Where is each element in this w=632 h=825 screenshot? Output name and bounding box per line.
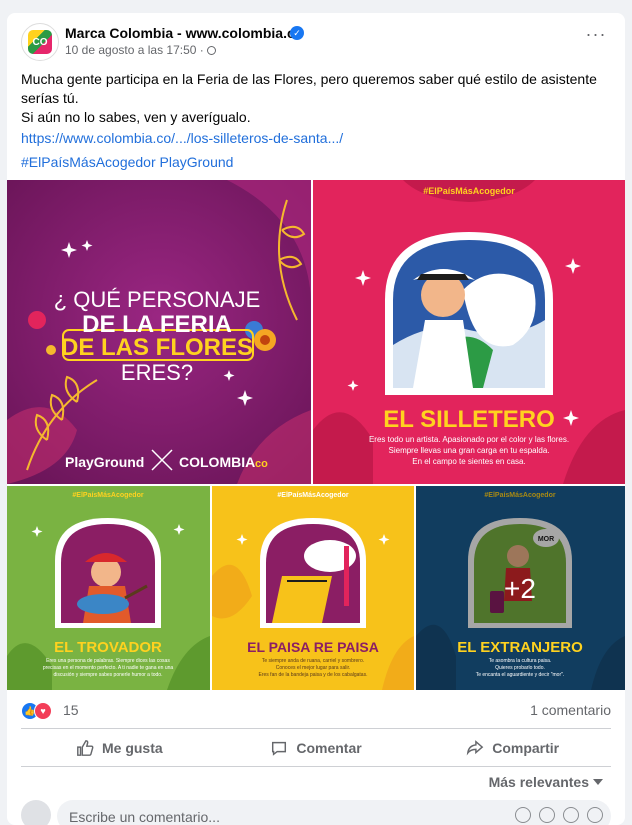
image-main[interactable]: ¿ QUÉ PERSONAJE DE LA FERIA DE LAS FLORE… bbox=[7, 180, 311, 484]
gif-icon[interactable] bbox=[563, 807, 579, 823]
comment-button[interactable]: Comentar bbox=[218, 731, 415, 765]
globe-icon bbox=[206, 46, 216, 55]
trovador-title: EL TROVADOR bbox=[54, 639, 162, 656]
comments-count[interactable]: 1 comentario bbox=[530, 702, 611, 718]
reaction-count[interactable]: 15 bbox=[63, 702, 79, 718]
silletero-hashtag: #ElPaísMásAcogedor bbox=[423, 186, 515, 196]
trovador-desc: Eres una persona de palabras. Siempre di… bbox=[46, 658, 170, 664]
like-label: Me gusta bbox=[101, 740, 163, 756]
colombia-co-mark: co bbox=[255, 458, 268, 470]
post-text-line: Si aún no lo sabes, ven y averígualo. bbox=[21, 109, 251, 125]
paisa-desc: Eres fan de la bandeja paisa y de los ca… bbox=[259, 672, 368, 678]
divider bbox=[21, 728, 611, 729]
extranjero-desc: Te asombra la cultura paisa. bbox=[489, 658, 552, 664]
marca-colombia-logo: CO bbox=[28, 30, 52, 54]
main-title-line3: DE LAS FLORES bbox=[61, 334, 253, 361]
share-icon bbox=[466, 740, 484, 756]
action-bar: Me gusta Comentar Compartir bbox=[21, 731, 611, 765]
paisa-desc: Conoces el mejor lugar para salir. bbox=[276, 665, 350, 671]
colombia-logo: COLOMBIA bbox=[179, 454, 255, 470]
user-avatar bbox=[21, 800, 51, 825]
trovador-desc: discusión y siempre sabes ponerle humor … bbox=[54, 672, 163, 678]
trovador-desc: precisas en el momento perfecto. A ti na… bbox=[43, 665, 174, 671]
silletero-title: EL SILLETERO bbox=[383, 406, 555, 433]
paisa-title: EL PAISA RE PAISA bbox=[247, 639, 379, 655]
post-text: Mucha gente participa en la Feria de las… bbox=[21, 70, 611, 127]
post-header: CO Marca Colombia - www.colombia.co ✓ 10… bbox=[7, 13, 625, 69]
reactions-bar: 👍 ♥ 15 1 comentario bbox=[21, 701, 611, 721]
page-name[interactable]: Marca Colombia - www.colombia.co bbox=[65, 25, 303, 41]
post-text-line: Mucha gente participa en la Feria de las… bbox=[21, 71, 597, 106]
post-timestamp[interactable]: 10 de agosto a las 17:50 · bbox=[65, 43, 204, 57]
extranjero-title: EL EXTRANJERO bbox=[457, 639, 583, 656]
silletero-desc: Siempre llevas una gran carga en tu espa… bbox=[389, 446, 550, 455]
like-button[interactable]: Me gusta bbox=[21, 731, 218, 765]
page-avatar[interactable]: CO bbox=[21, 23, 59, 61]
post-meta: 10 de agosto a las 17:50 · bbox=[65, 43, 216, 57]
love-reaction-icon[interactable]: ♥ bbox=[34, 702, 52, 720]
image-paisa[interactable]: #ElPaísMásAcogedor EL PAISA RE PAISA Te … bbox=[212, 486, 414, 690]
image-trovador[interactable]: #ElPaísMásAcogedor EL TROVADOR Eres una … bbox=[7, 486, 210, 690]
post-link[interactable]: https://www.colombia.co/.../los-silleter… bbox=[21, 130, 343, 146]
main-artwork: ¿ QUÉ PERSONAJE DE LA FERIA DE LAS FLORE… bbox=[7, 180, 311, 484]
trovador-hashtag: #ElPaísMásAcogedor bbox=[72, 492, 143, 499]
share-label: Compartir bbox=[492, 740, 560, 756]
silletero-desc: Eres todo un artista. Apasionado por el … bbox=[369, 435, 569, 444]
thumbs-up-icon bbox=[77, 740, 94, 756]
image-silletero[interactable]: #ElPaísMásAcogedor EL SILLETERO Eres tod… bbox=[313, 180, 625, 484]
post-hashtag[interactable]: #ElPaísMásAcogedor PlayGround bbox=[21, 154, 233, 170]
post-card: CO Marca Colombia - www.colombia.co ✓ 10… bbox=[7, 13, 625, 825]
silletero-artwork: #ElPaísMásAcogedor EL SILLETERO Eres tod… bbox=[313, 180, 625, 484]
comment-placeholder: Escribe un comentario... bbox=[69, 809, 220, 825]
emoji-icon[interactable] bbox=[515, 807, 531, 823]
extranjero-desc: Quieres probarlo todo. bbox=[495, 665, 545, 671]
main-title-line1: ¿ QUÉ PERSONAJE bbox=[54, 287, 261, 312]
extranjero-artwork: #ElPaísMásAcogedor MOR +2 EL EXTRANJERO … bbox=[416, 486, 625, 690]
paisa-hashtag: #ElPaísMásAcogedor bbox=[277, 492, 348, 499]
trovador-artwork: #ElPaísMásAcogedor EL TROVADOR Eres una … bbox=[7, 486, 210, 690]
comment-sort-dropdown[interactable]: Más relevantes bbox=[489, 774, 603, 790]
sticker-icon[interactable] bbox=[587, 807, 603, 823]
playground-logo: PlayGround bbox=[65, 454, 144, 470]
comment-label: Comentar bbox=[296, 740, 362, 756]
more-images-count: +2 bbox=[504, 573, 536, 604]
paisa-artwork: #ElPaísMásAcogedor EL PAISA RE PAISA Te … bbox=[212, 486, 414, 690]
more-options-icon[interactable]: ··· bbox=[581, 25, 611, 49]
share-button[interactable]: Compartir bbox=[414, 731, 611, 765]
chevron-down-icon bbox=[593, 779, 603, 785]
comment-icon bbox=[272, 741, 287, 756]
sort-label: Más relevantes bbox=[488, 774, 589, 790]
comment-input-icons bbox=[515, 807, 603, 823]
verified-badge-icon: ✓ bbox=[290, 26, 304, 40]
paisa-desc: Te siempre anda de ruana, carriel y somb… bbox=[262, 658, 364, 664]
image-extranjero[interactable]: #ElPaísMásAcogedor MOR +2 EL EXTRANJERO … bbox=[416, 486, 625, 690]
comment-input[interactable]: Escribe un comentario... bbox=[57, 800, 611, 825]
camera-icon[interactable] bbox=[539, 807, 555, 823]
divider bbox=[21, 766, 611, 767]
extranjero-desc: Te encanta el aguardiente y decir "mor". bbox=[476, 672, 565, 678]
silletero-desc: En el campo te sientes en casa. bbox=[412, 457, 525, 466]
main-title-line4: ERES? bbox=[121, 360, 193, 385]
